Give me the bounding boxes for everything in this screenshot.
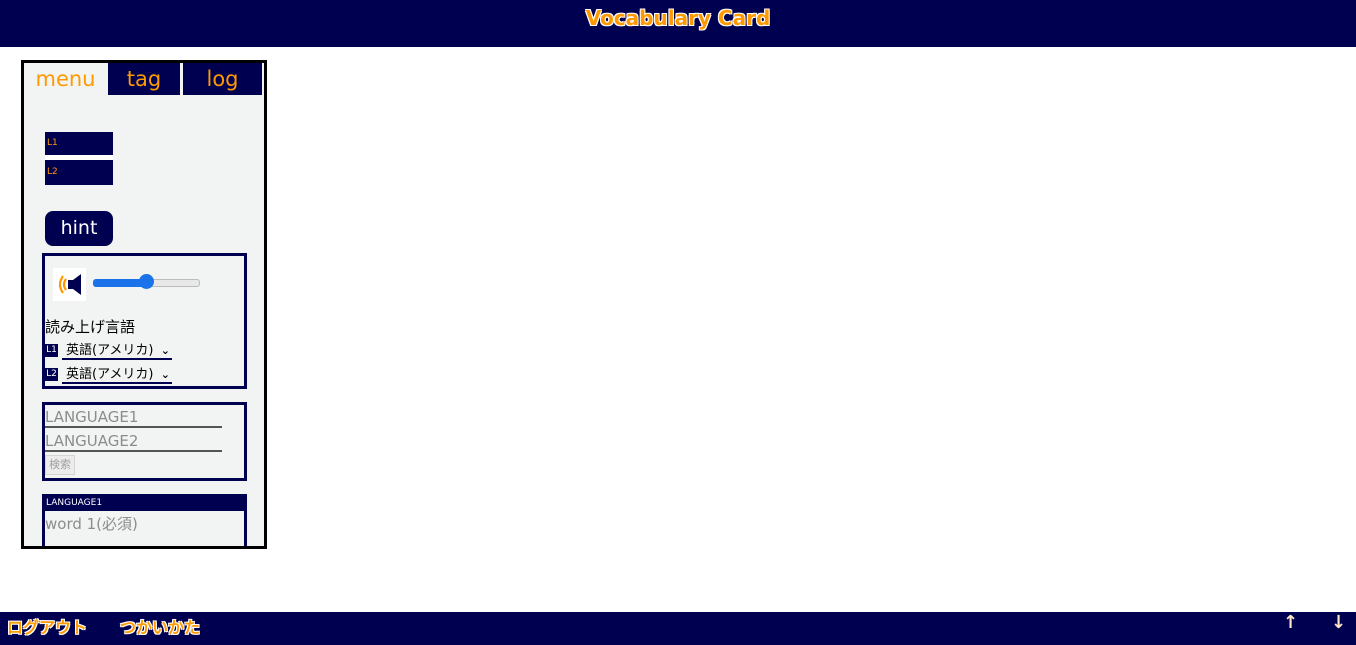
search-button[interactable]: 検索 (45, 455, 75, 475)
app-footer: ログアウト つかいかた ↑ ↓ (0, 612, 1356, 645)
voice-settings-box: 読み上げ言語 L1 英語(アメリカ) ⌄ L2 英語(アメリカ) ⌄ (42, 253, 247, 389)
volume-slider-thumb[interactable] (139, 274, 154, 289)
voice-select-l1-value: 英語(アメリカ) (66, 343, 154, 358)
side-panel: menu tag log L1 L2 hint 読み上げ言語 L1 英語(アメリ… (21, 60, 267, 549)
language1-search-input[interactable]: LANGUAGE1 (45, 406, 222, 428)
tab-tag[interactable]: tag (108, 63, 180, 95)
card-l1-label: L1 (47, 138, 58, 148)
word1-input[interactable]: word 1(必須) (45, 513, 244, 535)
language-swap-card[interactable]: L1 L2 (45, 132, 113, 185)
speaker-icon[interactable] (53, 268, 86, 301)
scroll-down-icon[interactable]: ↓ (1331, 612, 1346, 633)
scroll-up-icon[interactable]: ↑ (1283, 612, 1298, 633)
voice-select-l2-value: 英語(アメリカ) (66, 367, 154, 382)
how-to-link[interactable]: つかいかた (120, 614, 200, 638)
chevron-down-icon: ⌄ (160, 368, 170, 381)
language2-search-input[interactable]: LANGUAGE2 (45, 430, 222, 452)
card-l2-label: L2 (47, 167, 58, 177)
tab-menu[interactable]: menu (24, 63, 107, 95)
voice-select-l1[interactable]: 英語(アメリカ) ⌄ (62, 342, 172, 360)
app-header: Vocabulary Card (0, 0, 1356, 47)
tab-bar: menu tag log (24, 63, 264, 95)
logout-link[interactable]: ログアウト (7, 614, 87, 638)
card-divider (45, 155, 113, 160)
chevron-down-icon: ⌄ (160, 344, 170, 357)
app-title: Vocabulary Card (585, 6, 771, 30)
l2-badge: L2 (45, 368, 58, 381)
tab-log[interactable]: log (183, 63, 262, 95)
volume-slider[interactable] (91, 272, 201, 290)
hint-button[interactable]: hint (45, 211, 113, 246)
word-entry-box: LANGUAGE1 word 1(必須) (42, 494, 247, 546)
search-box: LANGUAGE1 LANGUAGE2 検索 (42, 402, 247, 481)
voice-select-l2[interactable]: 英語(アメリカ) ⌄ (62, 366, 172, 384)
word-entry-header: LANGUAGE1 (45, 494, 244, 511)
voice-language-label: 読み上げ言語 (45, 318, 136, 336)
l1-badge: L1 (45, 344, 58, 357)
